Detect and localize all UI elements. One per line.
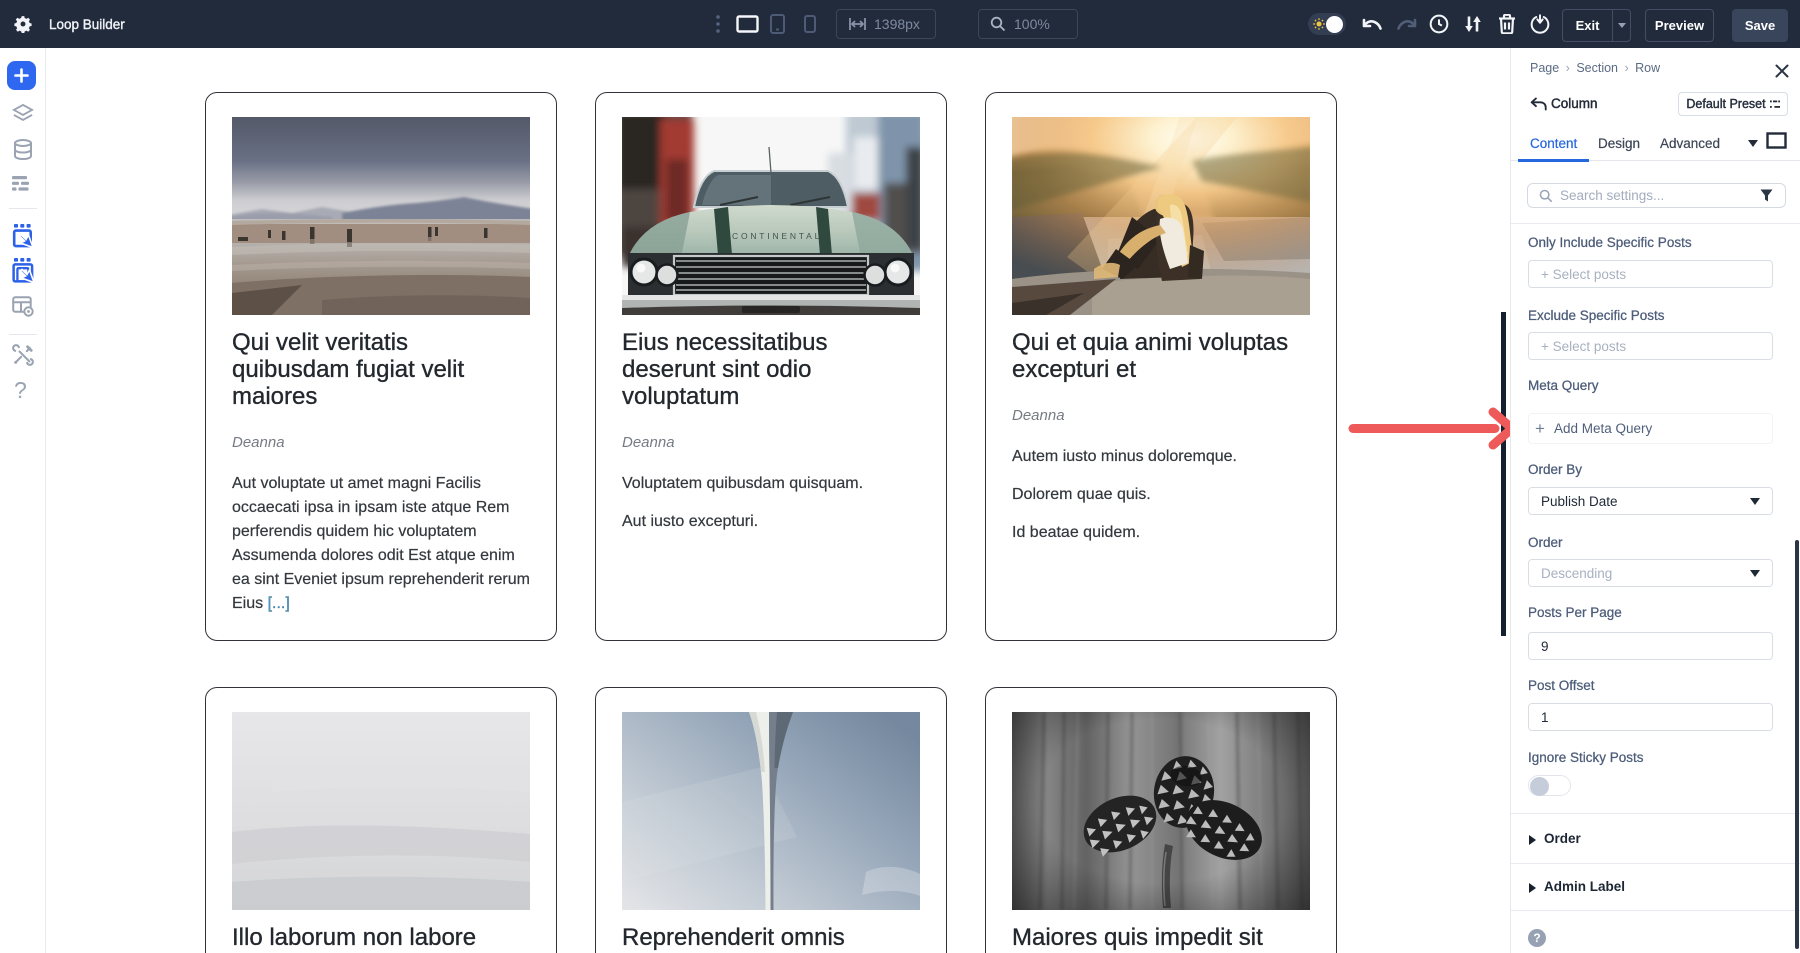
svg-text:CONTINENTAL: CONTINENTAL bbox=[732, 231, 822, 241]
